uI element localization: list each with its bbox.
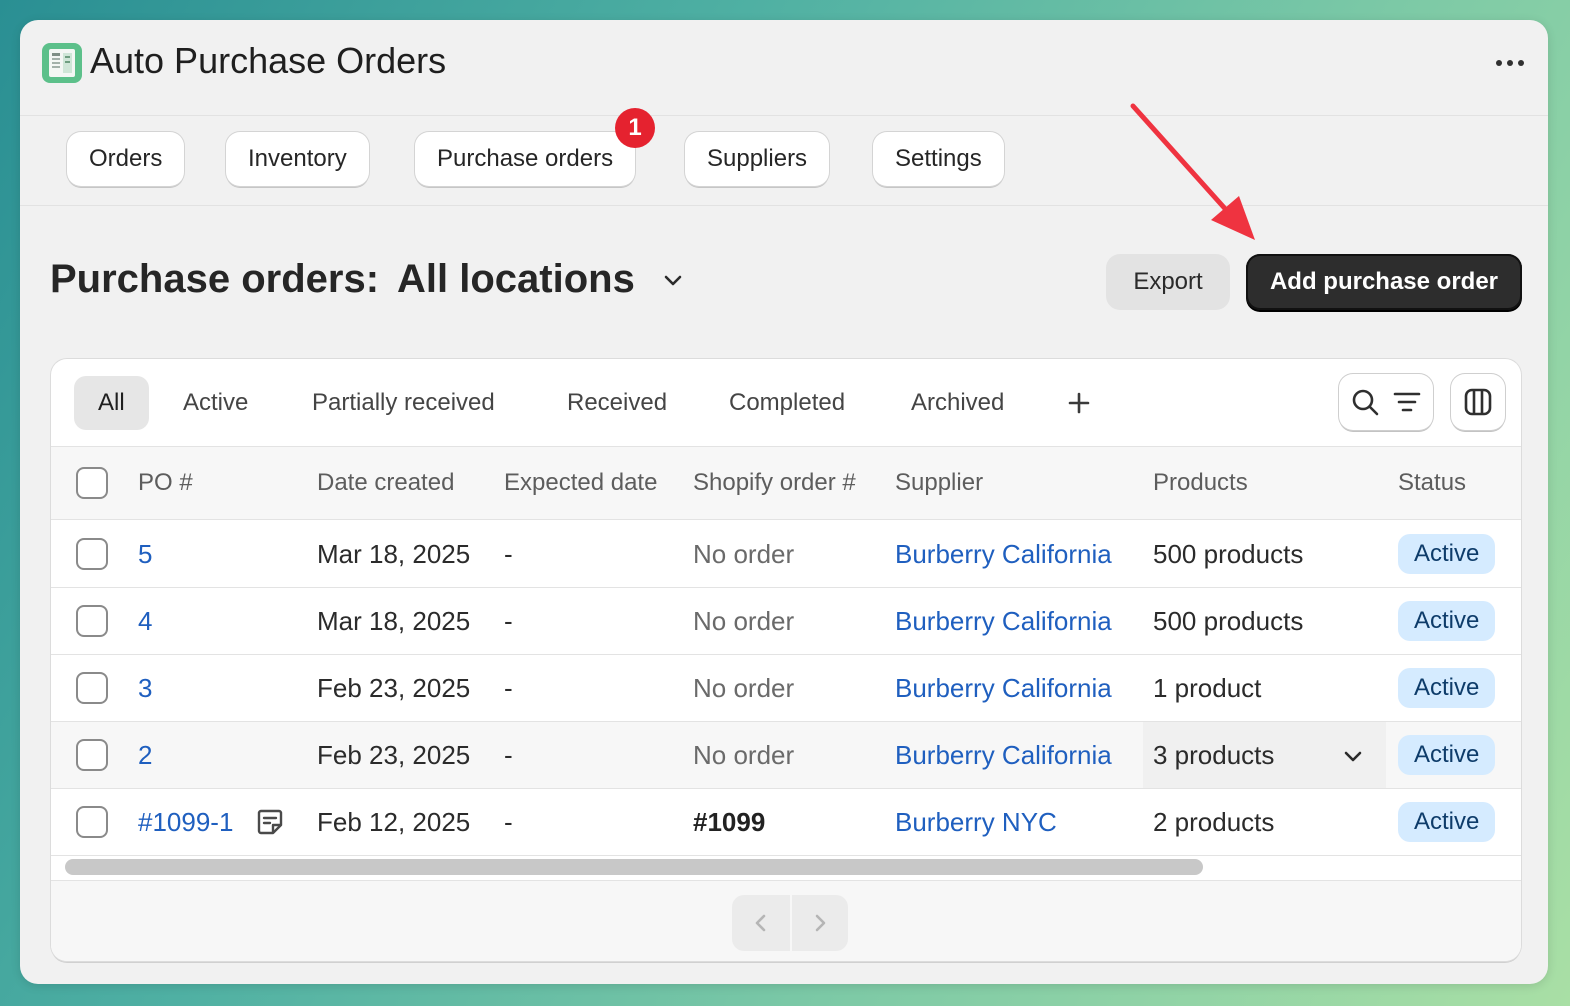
- shopify-order: No order: [693, 673, 795, 703]
- previous-page-button[interactable]: [732, 895, 790, 951]
- po-number-link[interactable]: #1099-1: [138, 807, 233, 838]
- date-created: Mar 18, 2025: [317, 539, 471, 569]
- products-count: 500 products: [1153, 539, 1304, 569]
- products-count: 2 products: [1153, 807, 1275, 837]
- chevron-down-icon[interactable]: [661, 268, 685, 292]
- columns-icon: [1463, 387, 1493, 417]
- table-row[interactable]: 5 Mar 18, 2025 - No order Burberry Calif…: [51, 521, 1521, 588]
- date-created: Feb 23, 2025: [317, 740, 471, 770]
- column-status[interactable]: Status: [1398, 469, 1466, 497]
- shopify-order: No order: [693, 606, 795, 636]
- page-title: Purchase orders: All locations: [50, 257, 685, 302]
- chevron-right-icon: [810, 911, 830, 935]
- supplier-link[interactable]: Burberry California: [895, 673, 1112, 704]
- app-title: Auto Purchase Orders: [90, 40, 447, 81]
- table-header: PO # Date created Expected date Shopify …: [51, 447, 1521, 520]
- export-button[interactable]: Export: [1106, 254, 1230, 310]
- tab-archived[interactable]: Archived: [887, 376, 1028, 430]
- po-number-link[interactable]: 4: [138, 606, 152, 637]
- nav-orders[interactable]: Orders: [67, 132, 185, 186]
- page-title-text: Purchase orders:: [50, 257, 380, 301]
- date-created: Feb 23, 2025: [317, 673, 471, 703]
- chevron-down-icon[interactable]: [1341, 744, 1365, 773]
- nav-inventory[interactable]: Inventory: [226, 132, 369, 186]
- nav-suppliers[interactable]: Suppliers: [685, 132, 830, 186]
- column-shopify-order[interactable]: Shopify order #: [693, 469, 856, 497]
- title-bar: Auto Purchase Orders: [20, 20, 1548, 116]
- more-horizontal-icon[interactable]: [1490, 48, 1530, 78]
- tab-all[interactable]: All: [74, 376, 149, 430]
- expected-date: -: [504, 807, 513, 837]
- tab-completed[interactable]: Completed: [705, 376, 869, 430]
- date-created: Mar 18, 2025: [317, 606, 471, 636]
- select-all-checkbox[interactable]: [76, 467, 108, 499]
- expected-date: -: [504, 740, 513, 770]
- nav-settings[interactable]: Settings: [873, 132, 1004, 186]
- spreadsheet-icon: [42, 43, 82, 83]
- po-number-link[interactable]: 5: [138, 539, 152, 570]
- supplier-link[interactable]: Burberry California: [895, 740, 1112, 771]
- row-checkbox[interactable]: [76, 538, 108, 570]
- filter-lines-icon: [1393, 390, 1421, 414]
- status-badge: Active: [1398, 601, 1496, 641]
- shopify-order: #1099: [693, 807, 766, 837]
- status-badge: Active: [1398, 735, 1496, 775]
- supplier-link[interactable]: Burberry California: [895, 606, 1112, 637]
- shopify-order: No order: [693, 539, 795, 569]
- notification-badge: 1: [615, 108, 655, 148]
- add-view-icon[interactable]: [1061, 383, 1097, 423]
- status-badge: Active: [1398, 802, 1496, 842]
- row-checkbox[interactable]: [76, 672, 108, 704]
- row-checkbox[interactable]: [76, 739, 108, 771]
- table-row[interactable]: #1099-1 Feb 12, 2025 - #1099 Burberry NY…: [51, 789, 1521, 856]
- location-selector[interactable]: All locations: [397, 257, 635, 302]
- app-window: Auto Purchase Orders Orders Inventory Pu…: [20, 20, 1548, 984]
- next-page-button[interactable]: [790, 895, 848, 951]
- pagination: [732, 895, 848, 951]
- app-navigation: Orders Inventory Purchase orders Supplie…: [20, 108, 1548, 206]
- products-count: 500 products: [1153, 606, 1304, 636]
- po-number-link[interactable]: 3: [138, 673, 152, 704]
- tab-active[interactable]: Active: [159, 376, 272, 430]
- products-count: 1 product: [1153, 673, 1262, 703]
- scrollbar-thumb[interactable]: [65, 859, 1203, 875]
- horizontal-scrollbar[interactable]: [51, 856, 1521, 880]
- column-supplier[interactable]: Supplier: [895, 469, 983, 497]
- table-row[interactable]: 2 Feb 23, 2025 - No order Burberry Calif…: [51, 722, 1521, 789]
- column-date-created[interactable]: Date created: [317, 469, 454, 497]
- columns-button[interactable]: [1451, 374, 1505, 430]
- search-icon: [1351, 388, 1379, 416]
- expected-date: -: [504, 673, 513, 703]
- nav-purchase-orders[interactable]: Purchase orders: [415, 132, 636, 186]
- search-filter-button[interactable]: [1339, 374, 1433, 430]
- supplier-link[interactable]: Burberry California: [895, 539, 1112, 570]
- chevron-left-icon: [751, 911, 771, 935]
- row-checkbox[interactable]: [76, 605, 108, 637]
- note-icon[interactable]: [256, 808, 284, 841]
- add-purchase-order-button[interactable]: Add purchase order: [1246, 254, 1522, 310]
- status-badge: Active: [1398, 534, 1496, 574]
- column-expected-date[interactable]: Expected date: [504, 469, 657, 497]
- supplier-link[interactable]: Burberry NYC: [895, 807, 1057, 838]
- table-row[interactable]: 3 Feb 23, 2025 - No order Burberry Calif…: [51, 655, 1521, 722]
- status-badge: Active: [1398, 668, 1496, 708]
- table-row[interactable]: 4 Mar 18, 2025 - No order Burberry Calif…: [51, 588, 1521, 655]
- po-number-link[interactable]: 2: [138, 740, 152, 771]
- purchase-orders-card: All Active Partially received Received C…: [51, 359, 1521, 961]
- tab-partially-received[interactable]: Partially received: [288, 376, 519, 430]
- expected-date: -: [504, 606, 513, 636]
- shopify-order: No order: [693, 740, 795, 770]
- filter-tabs: All Active Partially received Received C…: [51, 359, 1521, 447]
- tab-received[interactable]: Received: [543, 376, 691, 430]
- row-checkbox[interactable]: [76, 806, 108, 838]
- column-products[interactable]: Products: [1153, 469, 1248, 497]
- date-created: Feb 12, 2025: [317, 807, 471, 837]
- pagination-footer: [51, 880, 1521, 961]
- expected-date: -: [504, 539, 513, 569]
- column-po[interactable]: PO #: [138, 469, 193, 497]
- annotation-arrow-icon: [1130, 103, 1255, 240]
- products-count: 3 products: [1153, 740, 1275, 770]
